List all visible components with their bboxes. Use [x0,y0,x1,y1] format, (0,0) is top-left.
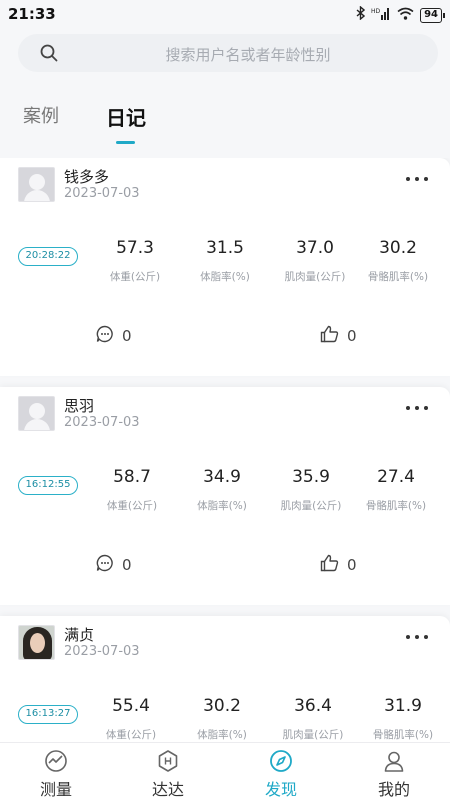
metric-label: 体脂率(%) [197,729,247,741]
time-badge: 16:12:55 [18,476,78,495]
more-options-icon[interactable] [404,630,430,644]
metric-value: 36.4 [294,696,332,716]
metric-value: 55.4 [112,696,150,716]
user-name[interactable]: 钱多多 [64,166,109,187]
time-badge: 20:28:22 [18,247,78,266]
diary-card[interactable]: 钱多多 2023-07-03 20:28:22 57.3 体重(公斤) 31.5… [0,158,450,376]
comment-count: 0 [122,556,132,574]
metric-value: 34.9 [203,467,241,487]
comment-icon [96,554,114,576]
thumbs-up-icon [320,325,339,347]
battery-indicator: 94 [420,8,445,23]
metric-value: 37.0 [296,238,334,258]
post-date: 2023-07-03 [64,186,140,201]
signal-icon: HD [371,7,391,25]
user-name[interactable]: 满贞 [64,624,94,645]
metric-label: 骨骼肌率(%) [372,729,434,741]
diary-card[interactable]: 满贞 2023-07-03 16:13:27 55.4 体重(公斤) 30.2 … [0,616,450,742]
more-options-icon[interactable] [404,401,430,415]
nav-label: 达达 [151,780,184,799]
tab-diary[interactable]: 日记 [106,102,146,131]
profile-icon [382,749,406,773]
post-date: 2023-07-03 [64,415,140,430]
status-time: 21:33 [8,5,56,23]
metric-label: 肌肉量(公斤) [284,271,346,283]
metric-label: 骨骼肌率(%) [365,500,427,512]
like-count: 0 [347,327,357,345]
metric-label: 体重(公斤) [105,729,157,741]
status-icons: HD 94 [356,5,445,25]
metric-label: 肌肉量(公斤) [280,500,342,512]
compass-icon [269,749,293,773]
tab-bar: 案例 日记 [0,96,450,146]
comment-button[interactable]: 0 [96,325,132,347]
search-placeholder: 搜索用户名或者年龄性别 [165,46,331,64]
metric-value: 31.5 [206,238,244,258]
search-bar[interactable]: 搜索用户名或者年龄性别 [18,34,438,72]
metric-value: 58.7 [113,467,151,487]
thumbs-up-icon [320,554,339,576]
metric-label: 体重(公斤) [106,500,158,512]
metric-label: 体脂率(%) [197,500,247,512]
nav-discover[interactable]: 发现 [225,743,337,800]
hexagon-icon [156,749,180,773]
svg-text:HD: HD [371,8,381,15]
nav-dada[interactable]: 达达 [112,743,224,800]
metric-value: 30.2 [379,238,417,258]
metric-value: 57.3 [116,238,154,258]
measure-icon [44,749,68,773]
metric-label: 骨骼肌率(%) [367,271,429,283]
wifi-icon [397,7,414,25]
status-bar: 21:33 HD 94 [0,0,450,28]
tab-cases[interactable]: 案例 [23,102,59,128]
metric-value: 35.9 [292,467,330,487]
user-name[interactable]: 思羽 [64,395,94,416]
comment-icon [96,325,114,347]
nav-label: 测量 [39,780,72,799]
metric-label: 体脂率(%) [200,271,250,283]
bluetooth-icon [356,5,366,25]
nav-mine[interactable]: 我的 [338,743,450,800]
avatar[interactable] [18,167,55,202]
nav-measure[interactable]: 测量 [0,743,112,800]
like-button[interactable]: 0 [320,554,357,576]
avatar[interactable] [18,396,55,431]
more-options-icon[interactable] [404,172,430,186]
like-count: 0 [347,556,357,574]
metric-value: 27.4 [377,467,415,487]
active-tab-indicator [116,141,135,144]
nav-label: 我的 [377,780,410,799]
time-badge: 16:13:27 [18,705,78,724]
comment-count: 0 [122,327,132,345]
bottom-navigation: 测量 达达 发现 我的 [0,742,450,800]
metric-value: 30.2 [203,696,241,716]
metric-value: 31.9 [384,696,422,716]
comment-button[interactable]: 0 [96,554,132,576]
metric-label: 体重(公斤) [109,271,161,283]
diary-feed[interactable]: 钱多多 2023-07-03 20:28:22 57.3 体重(公斤) 31.5… [0,158,450,742]
metric-label: 肌肉量(公斤) [282,729,344,741]
diary-card[interactable]: 思羽 2023-07-03 16:12:55 58.7 体重(公斤) 34.9 … [0,387,450,605]
post-date: 2023-07-03 [64,644,140,659]
nav-label: 发现 [264,780,297,799]
like-button[interactable]: 0 [320,325,357,347]
avatar[interactable] [18,625,55,660]
